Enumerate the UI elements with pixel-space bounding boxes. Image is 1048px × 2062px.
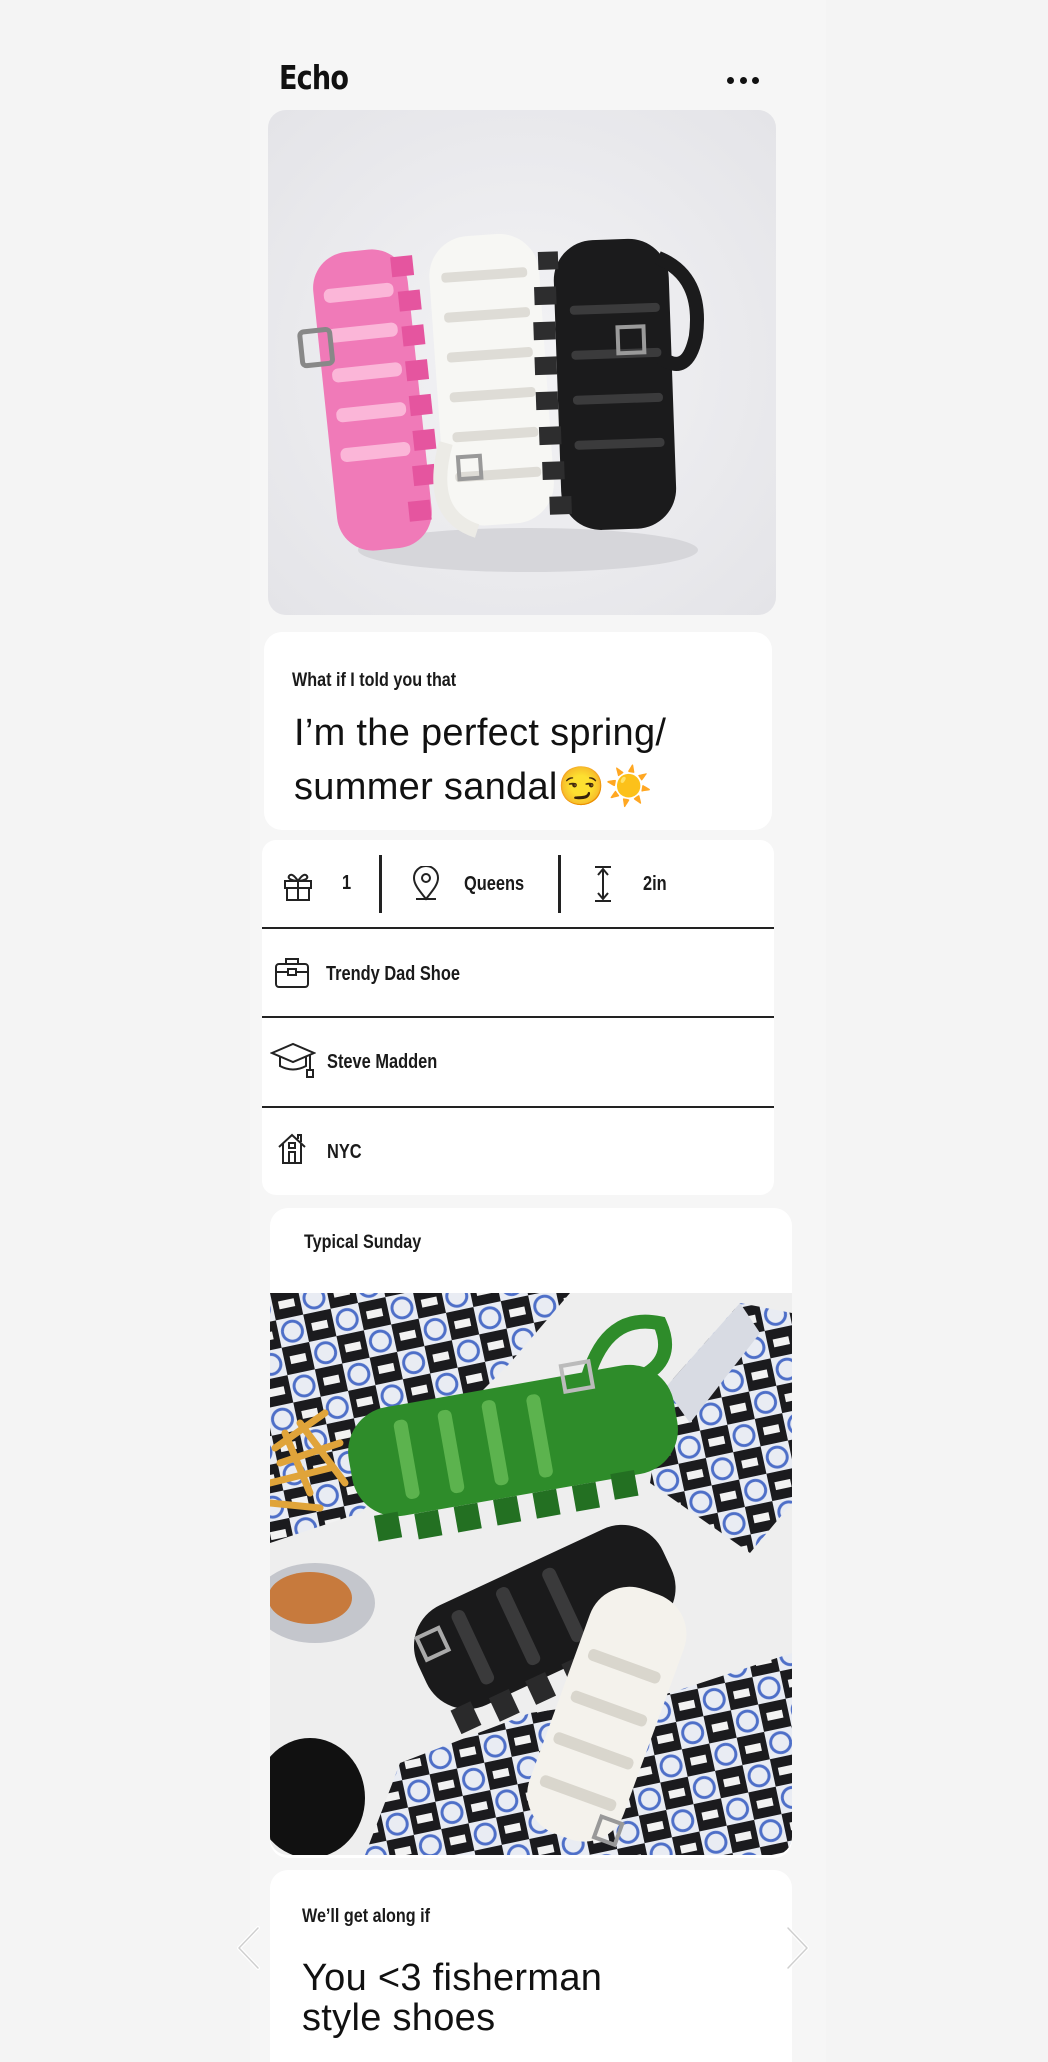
height-icon	[595, 866, 611, 902]
job-row: Trendy Dad Shoe	[262, 929, 774, 1017]
divider	[558, 855, 561, 913]
profile-name: Echo	[279, 58, 349, 97]
school-value: Steve Madden	[327, 1051, 438, 1073]
divider	[379, 855, 382, 913]
prompt-card-3[interactable]: We’ll get along if You <3 fisherman styl…	[270, 1870, 792, 2062]
basics-row: 1 Queens 2in	[262, 840, 774, 928]
more-options-icon[interactable]	[727, 66, 759, 94]
school-row: Steve Madden	[262, 1018, 774, 1106]
graduation-cap-icon	[270, 1042, 316, 1078]
prompt-answer-line-2: style shoes	[302, 1997, 496, 2039]
prompt-question: What if I told you that	[292, 670, 457, 691]
prompt-question: Typical Sunday	[304, 1232, 422, 1253]
profile-photo-2[interactable]	[270, 1293, 792, 1855]
hometown-value: NYC	[327, 1141, 362, 1163]
details-card: 1 Queens 2in Trendy Dad Shoe Steve Madde…	[262, 840, 774, 1195]
home-icon	[278, 1133, 306, 1164]
prompt-question: We’ll get along if	[302, 1906, 431, 1927]
location-pin-icon	[412, 866, 440, 901]
prompt-answer-line-1: I’m the perfect spring/	[294, 712, 667, 754]
gift-value: 1	[342, 872, 352, 894]
chevron-right-icon[interactable]	[784, 1924, 812, 1972]
prompt-answer-line-2: summer sandal😏☀️	[294, 766, 653, 808]
briefcase-icon	[275, 958, 309, 988]
prompt-card-1[interactable]: What if I told you that I’m the perfect …	[264, 632, 772, 830]
hometown-row: NYC	[262, 1108, 774, 1196]
gift-icon	[284, 873, 312, 901]
prompt-answer-line-1: You <3 fisherman	[302, 1957, 603, 1999]
profile-photo-1[interactable]	[268, 110, 776, 615]
prompt-card-2[interactable]: Typical Sunday	[270, 1208, 792, 1858]
height-value: 2in	[643, 873, 667, 895]
location-value: Queens	[464, 873, 525, 895]
chevron-left-icon[interactable]	[234, 1924, 262, 1972]
job-value: Trendy Dad Shoe	[326, 963, 460, 985]
